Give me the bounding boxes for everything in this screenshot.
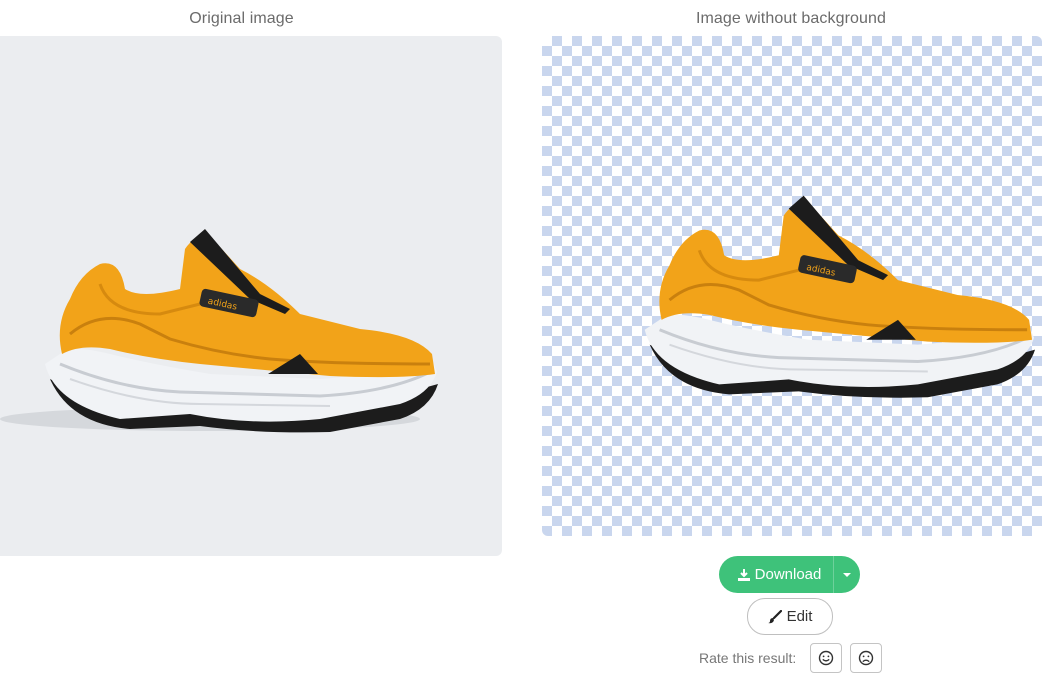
- download-button-group: Download: [719, 556, 860, 593]
- smile-icon: [819, 650, 834, 666]
- rate-good-button[interactable]: [810, 643, 843, 673]
- original-image-title: Original image: [189, 10, 294, 27]
- result-image-title: Image without background: [695, 10, 887, 27]
- brush-icon: [767, 609, 782, 623]
- download-button[interactable]: Download: [719, 556, 833, 593]
- download-options-toggle[interactable]: [833, 556, 860, 593]
- background-removed-image: [542, 36, 1042, 536]
- frown-icon: [859, 650, 874, 666]
- download-icon: [737, 568, 750, 581]
- rate-bad-button[interactable]: [850, 643, 883, 673]
- caret-down-icon: [843, 572, 851, 577]
- sneaker-image: [0, 214, 445, 444]
- edit-label: Edit: [786, 608, 813, 625]
- edit-button[interactable]: Edit: [747, 598, 833, 635]
- sneaker-cutout-image: [600, 180, 1042, 410]
- rating-row: Rate this result:: [699, 643, 883, 673]
- download-label: Download: [754, 566, 822, 583]
- rate-label: Rate this result:: [699, 650, 797, 666]
- original-image: [0, 36, 502, 556]
